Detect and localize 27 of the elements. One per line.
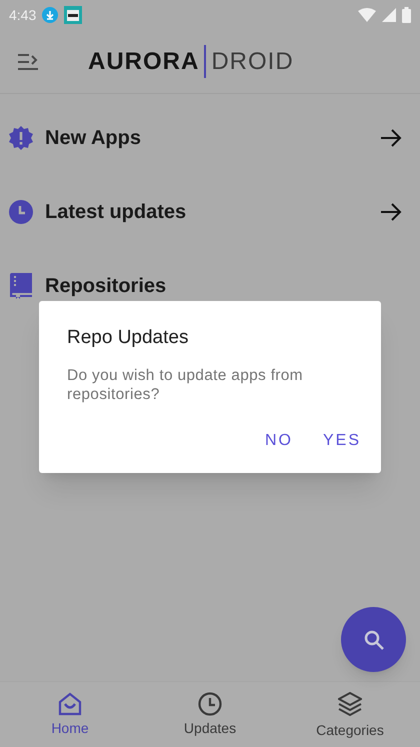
nav-tab[interactable]: Home [0,682,140,747]
wifi-icon [358,8,376,22]
dialog-button[interactable]: YES [318,425,365,457]
layers-icon [338,692,362,718]
clock-icon [9,200,33,224]
section-title: New Apps [45,126,142,151]
dialog-message: Do you wish to update apps from repositories? [67,366,304,404]
logo-text: AURORA [88,46,200,76]
signal-icon [382,8,396,22]
app-notification-icon [64,6,82,24]
download-icon [42,7,58,23]
dialog-button[interactable]: NO [260,425,297,457]
dialog-title: Repo Updates [67,326,190,350]
battery-icon [402,7,411,23]
arrow-right-icon[interactable] [380,129,402,147]
home-icon [58,692,82,716]
logo-subtitle: DROID [211,46,294,76]
section-title: Repositories [45,274,168,299]
arrow-right-icon[interactable] [380,203,402,221]
search-icon [362,628,384,650]
alert-badge-icon [9,126,33,150]
status-time: 4:43 [9,6,36,24]
book-icon [10,273,32,299]
clock-icon [198,692,222,716]
nav-tab[interactable]: Updates [140,682,280,747]
section-title: Latest updates [45,200,188,225]
nav-tab[interactable]: Categories [280,682,420,747]
